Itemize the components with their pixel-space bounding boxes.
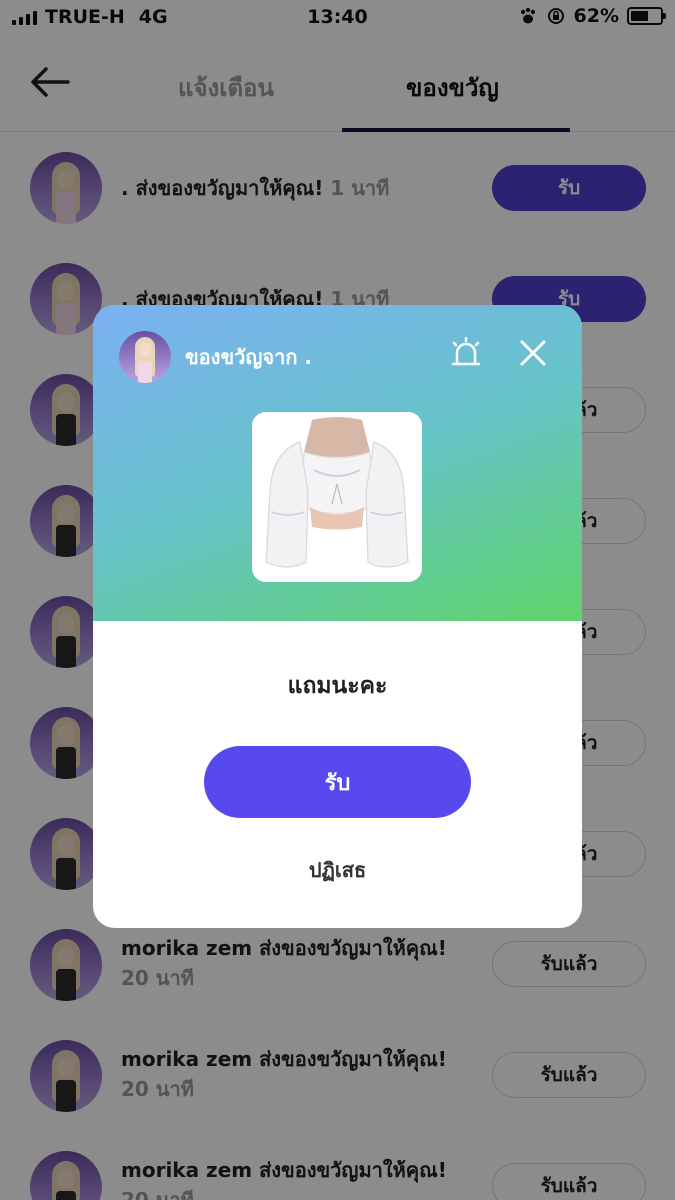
close-icon[interactable]: [519, 339, 547, 367]
gift-message-text: แถมนะคะ: [287, 673, 388, 699]
sender-avatar[interactable]: [119, 331, 171, 383]
decline-gift-button[interactable]: ปฏิเสธ: [93, 854, 582, 886]
gift-modal: ของขวัญจาก . แถมนะคะ รับ ปฏิเสธ: [93, 305, 582, 928]
modal-header: ของขวัญจาก .: [93, 305, 582, 621]
gift-from-label: ของขวัญจาก .: [185, 345, 313, 369]
blouse-image: [252, 412, 422, 582]
accept-gift-button[interactable]: รับ: [204, 746, 471, 818]
gift-item-image: [252, 412, 422, 582]
siren-report-icon[interactable]: [449, 337, 483, 369]
